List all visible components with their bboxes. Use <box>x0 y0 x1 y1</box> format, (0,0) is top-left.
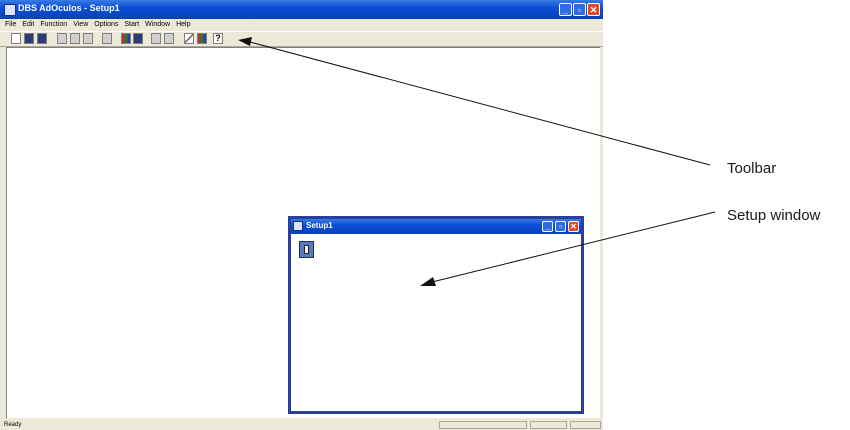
setup-window-callout: Setup window <box>727 207 821 224</box>
toolbar-callout: Toolbar <box>727 160 777 177</box>
setup-arrowhead <box>420 277 436 286</box>
toolbar-arrow-line <box>249 41 711 166</box>
setup-arrow-line <box>431 211 716 283</box>
callout-arrows <box>238 37 716 286</box>
toolbar-arrowhead <box>238 37 252 46</box>
